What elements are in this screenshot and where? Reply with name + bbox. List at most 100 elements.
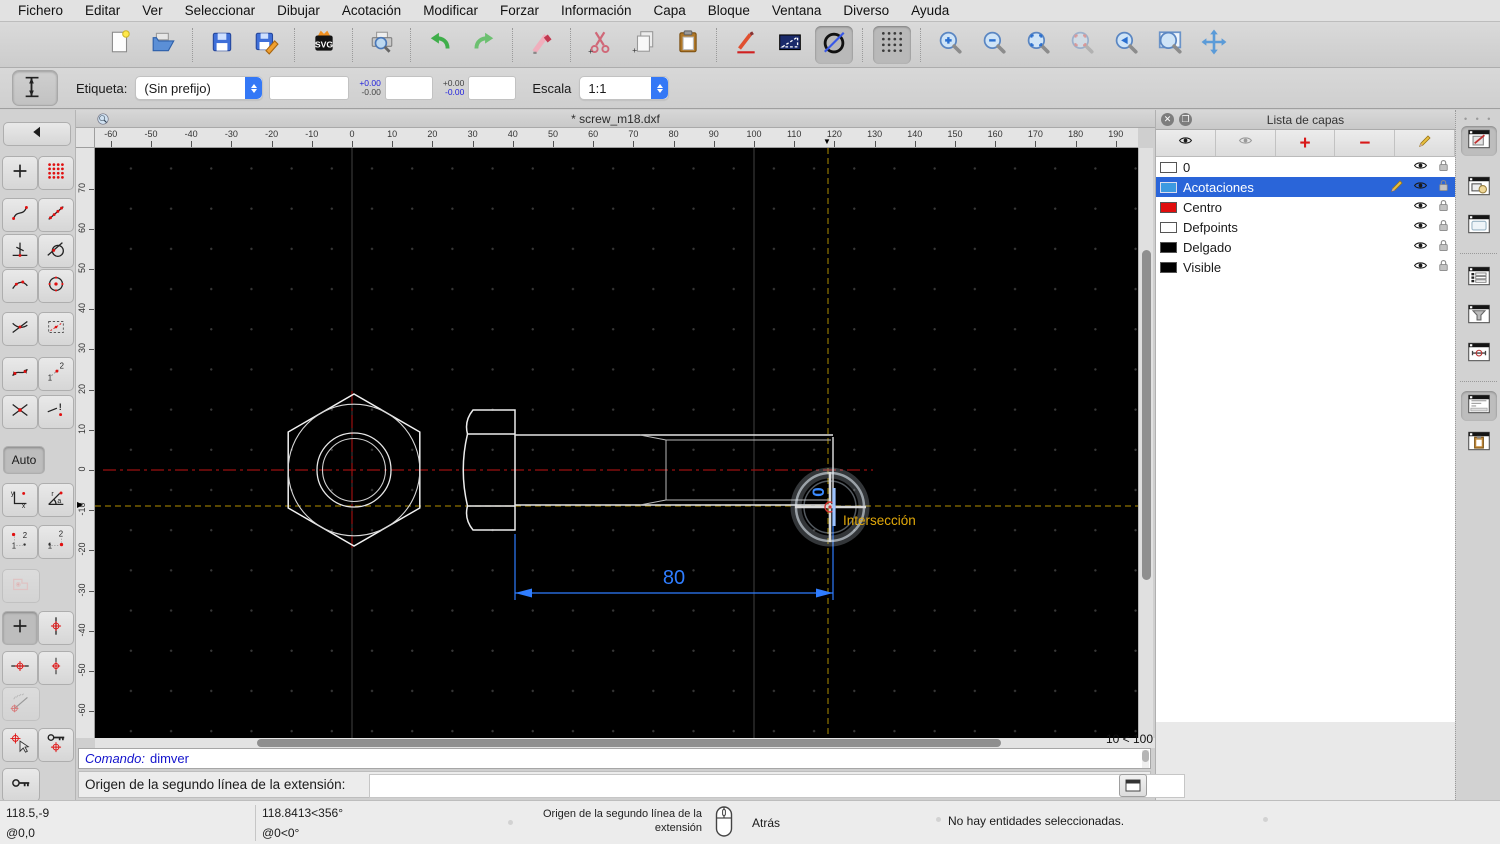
horizontal-scroll-thumb[interactable] [257,739,1001,747]
dimension-vertical-tool-button[interactable] [12,70,58,106]
restrict-nothing-button[interactable] [2,611,38,645]
canvas-horizontal-scrollbar[interactable] [95,738,1155,748]
snap-middle-button[interactable] [2,312,38,346]
lock-icon[interactable] [1436,158,1451,176]
prefix-select[interactable]: (Sin prefijo) [135,76,263,100]
layer-row-visible[interactable]: Visible [1156,257,1455,277]
zoom-pan-button[interactable] [1195,26,1233,64]
command-window-toggle-button[interactable] [1119,774,1147,797]
menu-acotacin[interactable]: Acotación [342,3,401,18]
auto-snap-button[interactable]: Auto [3,446,45,474]
save-file-button[interactable] [203,26,241,64]
lock-icon[interactable] [1436,178,1451,196]
entity-attributes-button[interactable] [727,26,765,64]
order-counterclockwise-button[interactable]: 21 [2,525,38,559]
zoom-window-button[interactable] [1151,26,1189,64]
menu-fichero[interactable]: Fichero [18,3,63,18]
drawing-canvas[interactable]: 80 0 Intersección [95,148,1138,738]
delete-entities-button[interactable] [523,26,561,64]
new-file-button[interactable] [101,26,139,64]
relative-zero-key-button[interactable] [2,768,40,802]
layer-row-delgado[interactable]: Delgado [1156,237,1455,257]
layer-visibility-toggle[interactable] [1411,198,1430,216]
coords-polar-button[interactable]: ra [38,483,74,517]
escala-select[interactable]: 1:1 [579,76,669,100]
angle-gauge-button[interactable] [2,687,40,721]
layer-panel-titlebar[interactable]: ✕ ❐ Lista de capas [1156,110,1455,130]
command-input[interactable] [369,774,1185,798]
lock-icon[interactable] [1436,218,1451,236]
coords-cartesian-button[interactable]: yx [2,483,38,517]
ortho-mode-button[interactable] [771,26,809,64]
menu-editar[interactable]: Editar [85,3,120,18]
command-history[interactable]: Comando: dimver [78,748,1151,769]
snap-grid-button[interactable] [38,156,74,190]
menu-bloque[interactable]: Bloque [708,3,750,18]
restrict-orthogonal-button[interactable] [38,651,74,685]
snap-auto-sequence-button[interactable] [2,357,38,391]
menu-dibujar[interactable]: Dibujar [277,3,320,18]
draft-circle-button[interactable] [815,26,853,64]
copy-button[interactable]: + [625,26,663,64]
layer-row-centro[interactable]: Centro [1156,197,1455,217]
zoom-redraw-button[interactable] [1063,26,1101,64]
save-as-file-button[interactable] [247,26,285,64]
menu-informacin[interactable]: Información [561,3,632,18]
back-button[interactable] [3,122,71,146]
svg-export-button[interactable]: SVG [305,26,343,64]
lock-relative-zero-button[interactable] [38,728,74,762]
snap-intersection-manual-button[interactable]: ! [38,395,74,429]
snap-distance-button[interactable] [2,269,38,303]
snap-tangent-button[interactable] [38,234,74,268]
menu-ventana[interactable]: Ventana [772,3,822,18]
remove-layer-button[interactable]: − [1335,130,1395,156]
snap-on-entity-button[interactable] [38,198,74,232]
add-layer-button[interactable]: + [1276,130,1336,156]
snap-endpoint-button[interactable] [2,198,38,232]
dimension-80[interactable]: 80 [515,512,833,600]
command-history-scrollbar[interactable] [1142,750,1149,768]
pencil-icon[interactable] [1389,178,1405,197]
layer-visibility-toggle[interactable] [1411,218,1430,236]
restrict-horizontal-button[interactable] [2,651,38,685]
vertical-scroll-thumb[interactable] [1142,250,1151,580]
menu-ayuda[interactable]: Ayuda [911,3,949,18]
layer-row-defpoints[interactable]: Defpoints [1156,217,1455,237]
show-all-layers-button[interactable] [1156,130,1216,156]
grid-toggle-button[interactable] [873,26,911,64]
menu-forzar[interactable]: Forzar [500,3,539,18]
layer-visibility-toggle[interactable] [1411,258,1430,276]
lock-icon[interactable] [1436,258,1451,276]
lock-icon[interactable] [1436,238,1451,256]
document-title-bar[interactable]: * screw_m18.dxf [76,110,1155,128]
layer-visibility-toggle[interactable] [1411,158,1430,176]
snap-intersection-button[interactable] [2,395,38,429]
cut-button[interactable]: + [581,26,619,64]
zoom-in-button[interactable] [931,26,969,64]
dock-library-browser-button[interactable] [1461,211,1497,241]
layer-row-acotaciones[interactable]: Acotaciones [1156,177,1455,197]
redo-button[interactable] [465,26,503,64]
dock-entity-list-button[interactable] [1461,263,1497,293]
zoom-auto-button[interactable] [1019,26,1057,64]
tolerance-2-input[interactable] [468,76,516,100]
menu-seleccionar[interactable]: Seleccionar [185,3,256,18]
order-clockwise-button[interactable]: 21 [38,525,74,559]
dimension-label-input[interactable] [269,76,349,100]
snap-perpendicular-button[interactable] [2,234,38,268]
edit-layer-button[interactable] [1395,130,1455,156]
layer-visibility-toggle[interactable] [1411,178,1430,196]
menu-modificar[interactable]: Modificar [423,3,478,18]
dock-layer-list-button[interactable] [1461,126,1497,156]
zoom-out-button[interactable] [975,26,1013,64]
dock-clipboard-panel-button[interactable] [1461,428,1497,458]
zoom-previous-button[interactable] [1107,26,1145,64]
open-file-button[interactable] [145,26,183,64]
layer-visibility-toggle[interactable] [1411,238,1430,256]
tolerance-1-input[interactable] [385,76,433,100]
hide-all-layers-button[interactable] [1216,130,1276,156]
lock-icon[interactable] [1436,198,1451,216]
dock-command-widget-button[interactable] [1461,391,1497,421]
snap-center-button[interactable] [38,269,74,303]
snap-free-button[interactable] [2,156,38,190]
